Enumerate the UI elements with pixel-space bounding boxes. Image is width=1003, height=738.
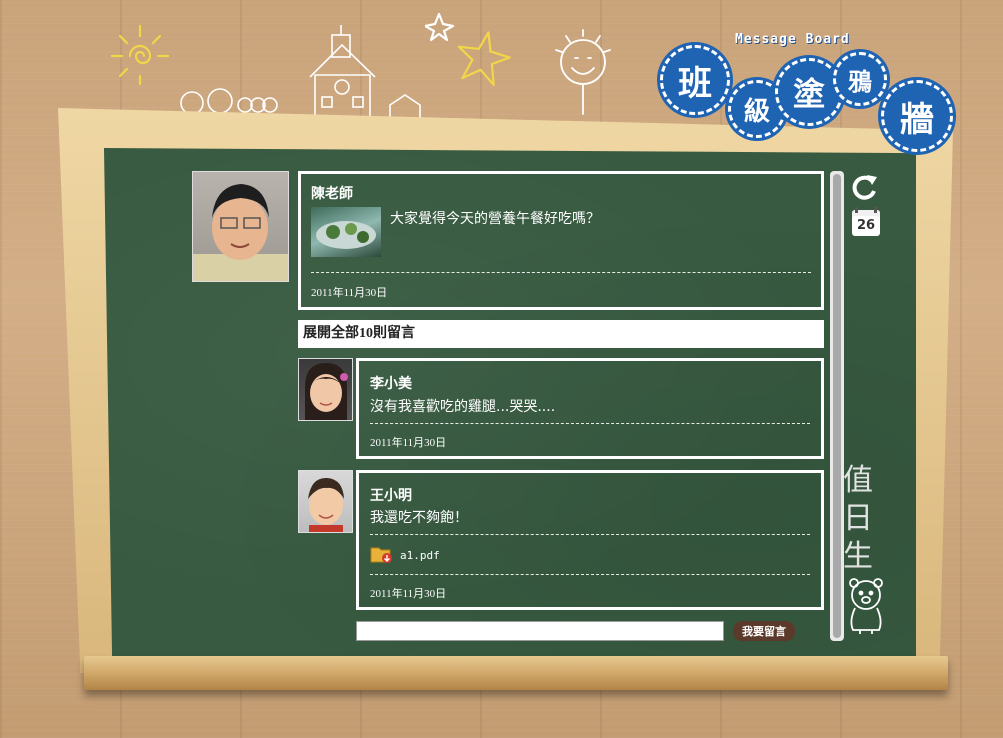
comment-separator <box>370 534 810 535</box>
logo-char-4: 鴉 <box>833 52 887 106</box>
comment-message: 我還吃不夠飽！ <box>370 510 468 526</box>
teacher-avatar[interactable] <box>192 171 289 282</box>
calendar-icon[interactable]: 26 <box>852 207 880 236</box>
comment-separator <box>370 423 810 424</box>
expand-comments-button[interactable]: 展開全部10則留言 <box>298 320 824 348</box>
calendar-day: 26 <box>856 218 876 233</box>
comment-card: 李小美 沒有我喜歡吃的雞腿...哭哭.... 2011年11月30日 <box>356 358 824 459</box>
logo-char-5: 牆 <box>881 80 953 152</box>
house-doodle <box>180 25 421 123</box>
duty-chalk-text: 值日生 <box>843 463 873 574</box>
pdf-icon[interactable] <box>370 544 394 564</box>
comment-date: 2011年11月30日 <box>370 437 447 449</box>
comment-author[interactable]: 李小美 <box>370 373 412 393</box>
comment-date: 2011年11月30日 <box>370 588 447 600</box>
commenter-avatar[interactable] <box>298 358 353 421</box>
scrollbar-thumb[interactable] <box>833 174 841 638</box>
logo: Message Board 班 級 塗 鴉 牆 <box>655 30 965 152</box>
bear-icon <box>849 578 883 634</box>
comment-message: 沒有我喜歡吃的雞腿...哭哭.... <box>370 399 556 415</box>
logo-char-1: 班 <box>660 45 730 115</box>
post-message: 大家覺得今天的營養午餐好吃嗎？ <box>390 211 600 227</box>
logo-subtitle: Message Board <box>735 32 850 47</box>
chalk-ledge <box>84 656 948 690</box>
reply-input[interactable] <box>356 621 724 641</box>
refresh-icon[interactable] <box>850 173 880 201</box>
comment-author[interactable]: 王小明 <box>370 485 412 505</box>
post-author[interactable]: 陳老師 <box>311 183 353 203</box>
smiley-doodle <box>555 29 611 115</box>
comment-separator <box>370 574 810 575</box>
comment-card: 王小明 我還吃不夠飽！ a1.pdf 2011年11月30日 <box>356 470 824 610</box>
post-image-thumbnail[interactable] <box>311 207 381 257</box>
attachment-link[interactable]: a1.pdf <box>400 549 440 562</box>
star-icon <box>425 12 511 86</box>
post-card: 陳老師 大家覺得今天的營養午餐好吃嗎？ 2011年11月30日 <box>298 171 824 310</box>
post-separator <box>311 272 811 273</box>
post-date: 2011年11月30日 <box>311 287 388 299</box>
logo-char-3: 塗 <box>775 58 843 126</box>
sun-icon <box>110 24 170 86</box>
commenter-avatar[interactable] <box>298 470 353 533</box>
post-reply-button[interactable]: 我要留言 <box>733 621 795 641</box>
